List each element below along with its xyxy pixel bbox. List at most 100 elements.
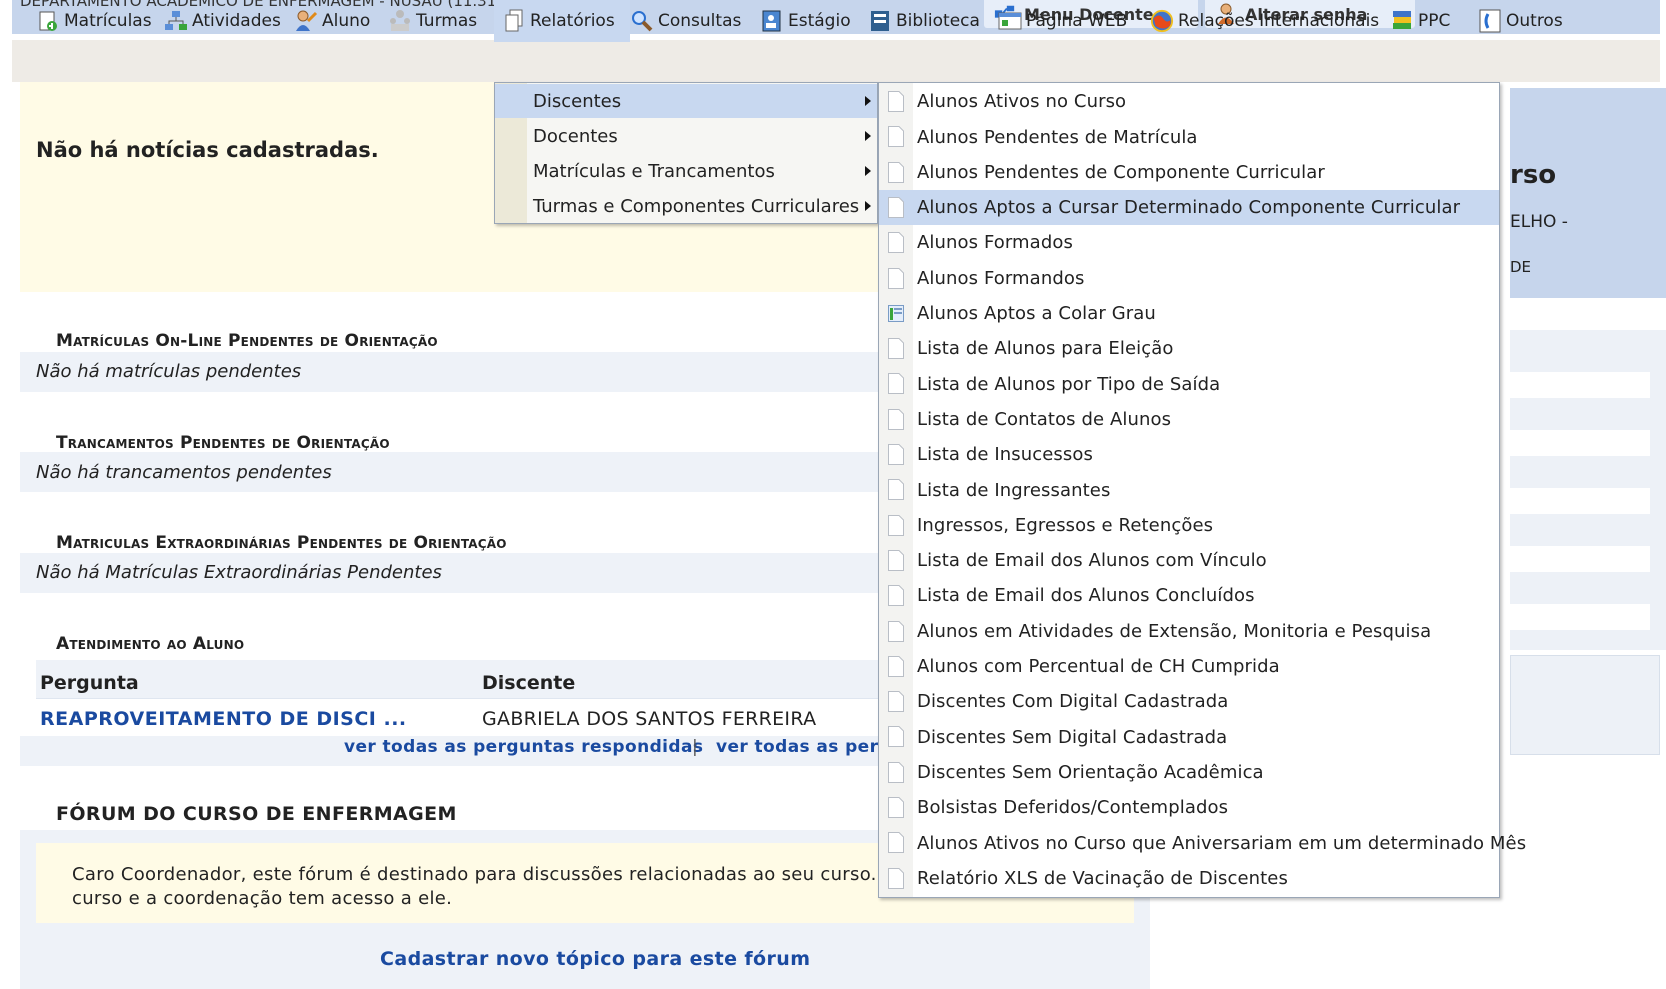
submenu-item-label: Lista de Email dos Alunos com Vínculo (917, 550, 1267, 572)
submenu-item[interactable]: Alunos Ativos no Curso (879, 84, 1499, 120)
matriculas-icon (36, 9, 60, 33)
list-item (1510, 488, 1650, 514)
submenu-item[interactable]: Lista de Insucessos (879, 437, 1499, 473)
section-title-atendimento: Atendimento ao Aluno (56, 634, 245, 654)
submenu-item[interactable]: Alunos Ativos no Curso que Aniversariam … (879, 825, 1526, 861)
submenu-item-label: Relatório XLS de Vacinação de Discentes (917, 867, 1288, 889)
menu-matriculas-label: Matrículas (64, 11, 152, 31)
section-title-matriculas: Matrículas On-Line Pendentes de Orientaç… (56, 331, 438, 351)
document-icon (888, 479, 904, 501)
document-icon (888, 620, 904, 642)
submenu-turmas-label: Turmas e Componentes Curriculares (533, 195, 860, 217)
menu-estagio[interactable]: Estágio (760, 0, 851, 42)
submenu-docentes[interactable]: Docentes (495, 119, 877, 153)
forum-title: FÓRUM DO CURSO DE ENFERMAGEM (56, 803, 457, 825)
submenu-item[interactable]: Ingressos, Egressos e Retenções (879, 508, 1499, 544)
menu-matriculas[interactable]: Matrículas (36, 0, 152, 42)
document-icon (888, 91, 904, 112)
submenu-item[interactable]: Bolsistas Deferidos/Contemplados (879, 790, 1499, 826)
submenu-item-label: Alunos Ativos no Curso (917, 91, 1127, 113)
ver-respondidas-link[interactable]: ver todas as perguntas respondidas (344, 737, 703, 757)
submenu-item-label: Alunos Pendentes de Componente Curricula… (917, 161, 1325, 183)
extraordinarias-empty-message: Não há Matrículas Extraordinárias Penden… (36, 562, 442, 583)
menu-turmas[interactable]: Turmas (388, 0, 477, 42)
course-heading-fragment: rso (1510, 160, 1557, 190)
menu-pagina-web[interactable]: Página WEB (998, 0, 1127, 42)
pergunta-link[interactable]: REAPROVEITAMENTO DE DISCI ... (40, 708, 407, 730)
table-report-icon (888, 304, 904, 322)
submenu-item[interactable]: Lista de Email dos Alunos Concluídos (879, 578, 1499, 614)
submenu-item[interactable]: Lista de Ingressantes (879, 472, 1499, 508)
new-topic-link[interactable]: Cadastrar novo tópico para este fórum (380, 948, 810, 970)
document-icon (888, 408, 904, 430)
ver-outras-link[interactable]: ver todas as pergu (716, 737, 903, 757)
biblioteca-icon (868, 9, 892, 33)
menu-turmas-label: Turmas (416, 11, 478, 31)
submenu-item-label: Lista de Alunos para Eleição (917, 338, 1174, 360)
menu-outros[interactable]: Outros (1478, 0, 1563, 42)
submenu-item[interactable]: Lista de Alunos por Tipo de Saída (879, 366, 1499, 402)
submenu-item[interactable]: Alunos Formandos (879, 261, 1499, 297)
menu-atividades[interactable]: Atividades (164, 0, 281, 42)
list-item (1510, 372, 1650, 398)
menu-estagio-label: Estágio (788, 11, 851, 31)
estagio-icon (760, 9, 784, 33)
submenu-turmas-componentes[interactable]: Turmas e Componentes Curriculares (495, 189, 877, 223)
submenu-item[interactable]: Alunos Pendentes de Matrícula (879, 119, 1499, 155)
submenu-item-label: Alunos Aptos a Colar Grau (917, 303, 1156, 325)
submenu-item[interactable]: Lista de Alunos para Eleição (879, 331, 1499, 367)
menu-relatorios[interactable]: Relatórios (494, 0, 630, 42)
submenu-item[interactable]: Alunos Formados (879, 225, 1499, 261)
submenu-item[interactable]: Alunos em Atividades de Extensão, Monito… (879, 614, 1499, 650)
document-icon (888, 761, 904, 783)
submenu-matriculas-trancamentos[interactable]: Matrículas e Trancamentos (495, 154, 877, 188)
atividades-icon (164, 9, 188, 33)
menu-ppc[interactable]: PPC (1390, 0, 1450, 42)
submenu-item[interactable]: Lista de Email dos Alunos com Vínculo (879, 543, 1499, 579)
aluno-icon (294, 9, 318, 33)
document-icon (888, 232, 904, 254)
document-icon (888, 585, 904, 607)
submenu-arrow-icon (865, 201, 871, 211)
submenu-item[interactable]: Alunos com Percentual de CH Cumprida (879, 649, 1499, 685)
submenu-arrow-icon (865, 96, 871, 106)
submenu-item[interactable]: Relatório XLS de Vacinação de Discentes (879, 861, 1499, 897)
submenu-item-label: Bolsistas Deferidos/Contemplados (917, 797, 1229, 819)
menu-relatorios-label: Relatórios (530, 11, 615, 31)
submenu-item[interactable]: Alunos Aptos a Colar Grau (879, 296, 1499, 332)
forum-notice-line-2: curso e a coordenação tem acesso a ele. (72, 888, 453, 909)
submenu-item[interactable]: Discentes Com Digital Cadastrada (879, 684, 1499, 720)
submenu-arrow-icon (865, 131, 871, 141)
menu-aluno[interactable]: Aluno (294, 0, 370, 42)
trancamentos-empty-message: Não há trancamentos pendentes (36, 462, 332, 483)
submenu-arrow-icon (865, 166, 871, 176)
submenu-item-label: Alunos Ativos no Curso que Aniversariam … (917, 832, 1527, 854)
right-lower-panel (1510, 655, 1660, 755)
outros-icon (1478, 9, 1502, 33)
document-icon (888, 373, 904, 395)
submenu-discentes[interactable]: Discentes (495, 84, 877, 118)
submenu-item[interactable]: Discentes Sem Digital Cadastrada (879, 719, 1499, 755)
main-menubar (12, 40, 1660, 82)
ppc-icon (1390, 9, 1414, 33)
document-icon (888, 196, 904, 218)
menu-consultas[interactable]: Consultas (630, 0, 741, 42)
menu-biblioteca[interactable]: Biblioteca (868, 0, 980, 42)
menu-biblioteca-label: Biblioteca (896, 11, 980, 31)
relatorios-dropdown: Discentes Docentes Matrículas e Trancame… (494, 82, 878, 224)
list-item (1510, 430, 1650, 456)
menu-ppc-label: PPC (1418, 11, 1451, 31)
discentes-submenu: Alunos Ativos no Curso Alunos Pendentes d… (878, 82, 1526, 898)
menu-pagina-web-label: Página WEB (1026, 11, 1128, 31)
submenu-item-label: Alunos Pendentes de Matrícula (917, 126, 1198, 148)
discente-name: GABRIELA DOS SANTOS FERREIRA (482, 708, 817, 730)
submenu-item[interactable]: Discentes Sem Orientação Acadêmica (879, 755, 1499, 791)
submenu-item[interactable]: Lista de Contatos de Alunos (879, 402, 1499, 438)
menu-relacoes-internacionais[interactable]: Relações Internacionais (1150, 0, 1379, 42)
document-icon (888, 655, 904, 677)
menu-outros-label: Outros (1506, 11, 1563, 31)
submenu-item[interactable]: Alunos Pendentes de Componente Curricula… (879, 155, 1499, 191)
submenu-discentes-label: Discentes (533, 90, 622, 112)
submenu-item[interactable]: Alunos Aptos a Cursar Determinado Compon… (879, 189, 1499, 226)
submenu-item-label: Lista de Alunos por Tipo de Saída (917, 373, 1221, 395)
